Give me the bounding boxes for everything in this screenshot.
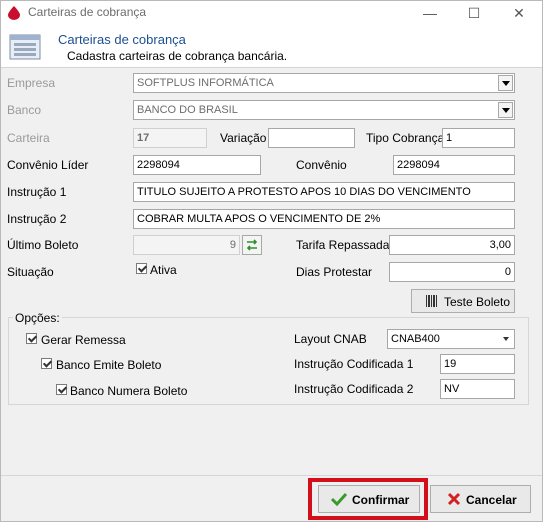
situacao-label: Situação — [7, 265, 54, 279]
x-icon — [447, 492, 461, 509]
ultimo-boleto-field: 9 — [133, 235, 240, 255]
variacao-label: Variação — [220, 131, 267, 145]
gerar-remessa-checkbox[interactable] — [26, 333, 37, 344]
banco-emite-boleto-label[interactable]: Banco Emite Boleto — [56, 358, 161, 372]
empresa-combo[interactable]: SOFTPLUS INFORMÁTICA — [133, 73, 515, 93]
instrucao1-label: Instrução 1 — [7, 185, 67, 199]
empresa-dropdown-button[interactable] — [498, 75, 513, 91]
app-drop-icon — [8, 6, 20, 23]
situacao-checkbox[interactable] — [136, 263, 147, 274]
teste-boleto-button[interactable]: Teste Boleto — [411, 289, 515, 313]
banco-label: Banco — [7, 103, 42, 117]
banco-numera-boleto-label[interactable]: Banco Numera Boleto — [70, 384, 187, 398]
barcode-icon — [426, 295, 438, 310]
chevron-down-icon — [503, 337, 509, 341]
header-title: Carteiras de cobrança — [58, 32, 186, 47]
tipo-cobranca-label: Tipo Cobrança — [366, 131, 445, 145]
instrucao-codificada1-field[interactable]: 19 — [440, 354, 515, 374]
maximize-button[interactable]: ☐ — [456, 1, 492, 25]
convenio-lider-field[interactable]: 2298094 — [133, 155, 261, 175]
banco-dropdown-button[interactable] — [498, 102, 513, 118]
close-button[interactable]: ✕ — [501, 1, 537, 25]
convenio-label: Convênio — [296, 158, 347, 172]
teste-boleto-label: Teste Boleto — [444, 295, 511, 309]
window-title: Carteiras de cobrança — [28, 5, 147, 19]
variacao-field[interactable] — [268, 128, 355, 148]
dias-protestar-label: Dias Protestar — [296, 265, 373, 279]
tarifa-repassada-label: Tarifa Repassada — [296, 238, 390, 252]
banco-emite-boleto-checkbox[interactable] — [41, 358, 52, 369]
header-subtitle: Cadastra carteiras de cobrança bancária. — [67, 49, 288, 63]
refresh-icon[interactable] — [242, 235, 262, 255]
instrucao-codificada2-label: Instrução Codificada 2 — [294, 382, 414, 396]
cancelar-button[interactable]: Cancelar — [430, 485, 531, 513]
instrucao2-label: Instrução 2 — [7, 212, 67, 226]
minimize-button[interactable]: — — [412, 1, 448, 25]
opcoes-title: Opções: — [13, 311, 62, 325]
empresa-value: SOFTPLUS INFORMÁTICA — [137, 77, 274, 89]
dias-protestar-field[interactable]: 0 — [389, 262, 515, 282]
title-bar: Carteiras de cobrança — ☐ ✕ — [1, 1, 542, 25]
gerar-remessa-label[interactable]: Gerar Remessa — [41, 333, 126, 347]
convenio-lider-label: Convênio Líder — [7, 158, 89, 172]
layout-cnab-label: Layout CNAB — [294, 332, 367, 346]
convenio-field[interactable]: 2298094 — [393, 155, 515, 175]
tarifa-repassada-field[interactable]: 3,00 — [389, 235, 515, 255]
banco-combo[interactable]: BANCO DO BRASIL — [133, 100, 515, 120]
ultimo-boleto-label: Último Boleto — [7, 238, 79, 252]
instrucao2-field[interactable]: COBRAR MULTA APOS O VENCIMENTO DE 2% — [133, 209, 515, 229]
instrucao-codificada2-field[interactable]: NV — [440, 379, 515, 399]
empresa-label: Empresa — [7, 76, 56, 90]
footer-divider — [1, 475, 542, 476]
layout-cnab-value: CNAB400 — [391, 333, 440, 345]
form-list-icon — [9, 33, 41, 64]
instrucao-codificada1-label: Instrução Codificada 1 — [294, 357, 414, 371]
layout-cnab-select[interactable]: CNAB400 — [387, 329, 515, 349]
cancelar-label: Cancelar — [466, 493, 517, 507]
situacao-checkbox-label[interactable]: Ativa — [150, 263, 177, 277]
instrucao1-field[interactable]: TITULO SUJEITO A PROTESTO APOS 10 DIAS D… — [133, 182, 515, 202]
dialog-header: Carteiras de cobrança Cadastra carteiras… — [1, 25, 542, 68]
tipo-cobranca-field[interactable]: 1 — [442, 128, 515, 148]
confirmar-highlight — [308, 478, 428, 520]
carteira-field: 17 — [133, 128, 207, 148]
banco-numera-boleto-checkbox[interactable] — [56, 384, 67, 395]
dialog-window: Carteiras de cobrança — ☐ ✕ Carteiras de… — [0, 0, 543, 522]
banco-value: BANCO DO BRASIL — [137, 104, 238, 116]
carteira-label: Carteira — [7, 131, 50, 145]
